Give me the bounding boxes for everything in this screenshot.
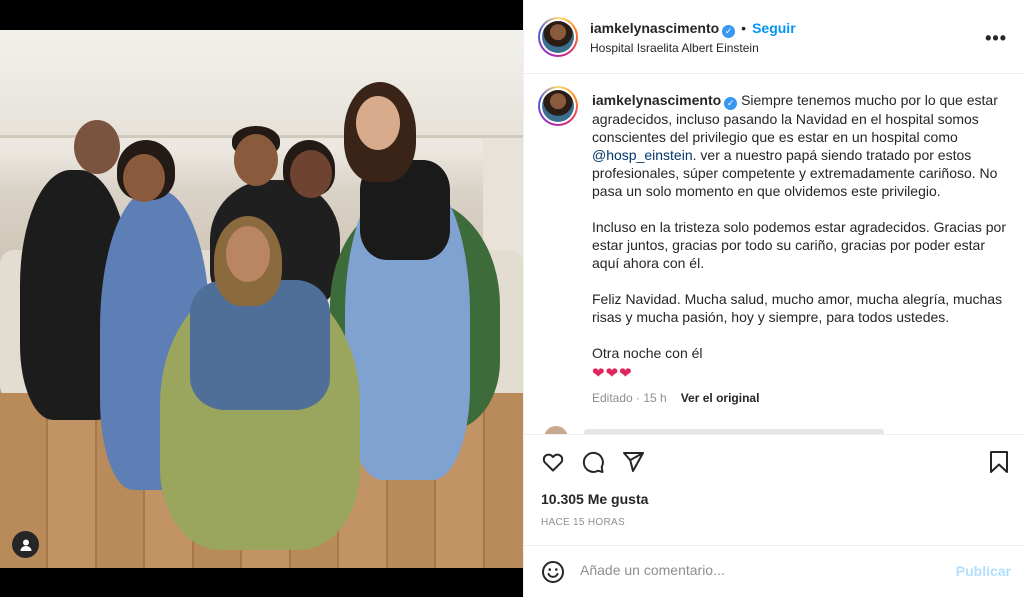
caption-username[interactable]: iamkelynascimento (592, 92, 721, 108)
avatar[interactable] (538, 17, 578, 57)
follow-button[interactable]: Seguir (752, 20, 796, 36)
see-original-link[interactable]: Ver el original (681, 391, 760, 405)
post-details: iamkelynascimento ✓ • Seguir Hospital Israe… (523, 0, 1024, 597)
publish-button[interactable]: Publicar (956, 563, 1011, 579)
hearts-emoji: ❤❤❤ (592, 364, 633, 382)
comment-icon[interactable] (580, 449, 606, 475)
bookmark-icon[interactable] (986, 449, 1012, 475)
edited-timestamp: Editado · 15 h (592, 390, 667, 405)
verified-badge-icon: ✓ (722, 25, 736, 38)
caption: iamkelynascimento ✓ Siempre tenemos mucho… (592, 91, 1012, 407)
action-bar: 10.305 Me gusta HACE 15 HORAS (524, 434, 1024, 544)
caption-text-4: Otra noche con él (592, 344, 703, 361)
emoji-icon[interactable] (540, 559, 566, 585)
location-link[interactable]: Hospital Israelita Albert Einstein (590, 41, 759, 55)
comment-box: Publicar (524, 545, 1024, 597)
post-header: iamkelynascimento ✓ • Seguir Hospital Israe… (524, 0, 1024, 74)
comments-section[interactable]: iamkelynascimento ✓ Siempre tenemos mucho… (524, 74, 1024, 434)
more-options-icon[interactable]: ••• (985, 28, 1007, 49)
projection-screen (0, 30, 523, 138)
tagged-user-button[interactable] (12, 531, 39, 558)
caption-text-2: Incluso en la tristeza solo podemos esta… (592, 218, 1006, 271)
paper-plane-icon[interactable] (620, 449, 646, 475)
heart-icon[interactable] (540, 449, 566, 475)
post-photo[interactable] (0, 30, 523, 568)
likes-count[interactable]: 10.305 Me gusta (541, 491, 648, 507)
comment-input[interactable] (580, 562, 940, 578)
caption-text-3: Feliz Navidad. Mucha salud, mucho amor, … (592, 290, 1003, 325)
next-comment-peek (544, 424, 1014, 434)
username-link[interactable]: iamkelynascimento (590, 20, 719, 36)
post-timestamp[interactable]: HACE 15 HORAS (541, 517, 625, 528)
verified-badge-icon: ✓ (724, 96, 738, 110)
caption-avatar[interactable] (538, 86, 578, 126)
photo-pane (0, 0, 523, 597)
mention-link[interactable]: @hosp_einstein (592, 147, 693, 163)
user-icon (20, 539, 31, 551)
